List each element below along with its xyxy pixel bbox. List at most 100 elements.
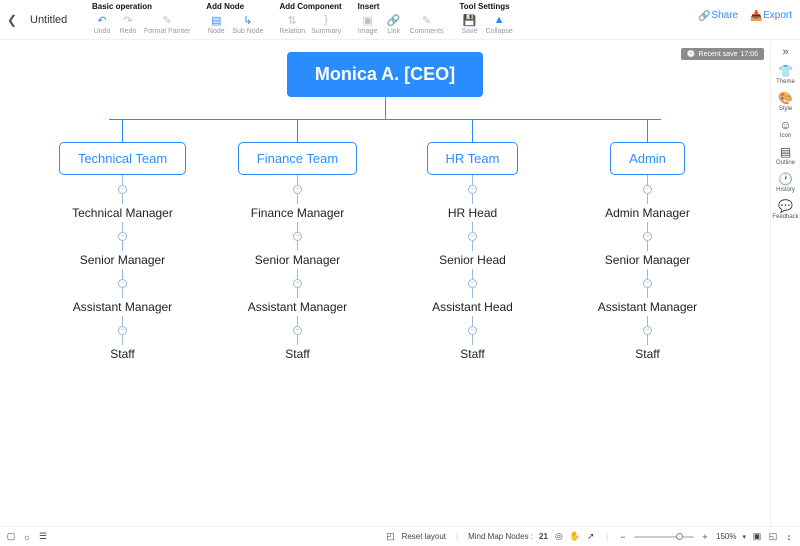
clock-icon: 🕐 — [778, 172, 792, 186]
summary-button[interactable]: }Summary — [311, 13, 341, 35]
subnode-button[interactable]: ↳Sub Node — [232, 13, 263, 35]
zoom-out-button[interactable]: − — [618, 532, 628, 542]
hand-icon[interactable]: ✋ — [570, 532, 580, 542]
tree-node[interactable]: Technical Manager — [72, 204, 173, 222]
chain: − Finance Manager − Senior Manager − Ass… — [248, 175, 347, 363]
fit-screen-icon[interactable]: ▣ — [752, 532, 762, 542]
group-add-component: Add Component ⇅Relation }Summary — [275, 0, 345, 35]
expand-toggle[interactable]: − — [293, 279, 302, 288]
collapse-button[interactable]: ▲Collapse — [486, 13, 513, 35]
tree-node[interactable]: Senior Manager — [255, 251, 340, 269]
expand-toggle[interactable]: − — [118, 279, 127, 288]
tree-node[interactable]: Finance Manager — [251, 204, 344, 222]
fullscreen-icon[interactable]: ◱ — [768, 532, 778, 542]
icon-button[interactable]: ☺Icon — [779, 118, 793, 139]
expand-toggle[interactable]: − — [468, 326, 477, 335]
comments-button[interactable]: ✎Comments — [410, 13, 444, 35]
tree-node[interactable]: HR Head — [448, 204, 497, 222]
tree-node[interactable]: Admin Manager — [605, 204, 690, 222]
history-button[interactable]: 🕐History — [776, 172, 795, 193]
document-title[interactable]: Untitled — [20, 0, 80, 40]
smile-icon: ☺ — [779, 118, 793, 132]
expand-toggle[interactable]: − — [468, 279, 477, 288]
expand-toggle[interactable]: − — [118, 232, 127, 241]
expand-toggle[interactable]: − — [293, 185, 302, 194]
outline-button[interactable]: ▤Outline — [776, 145, 795, 166]
team-node[interactable]: Admin — [610, 142, 685, 175]
team-node[interactable]: Finance Team — [238, 142, 357, 175]
tree-node[interactable]: Assistant Manager — [248, 298, 347, 316]
team-node[interactable]: Technical Team — [59, 142, 186, 175]
redo-button[interactable]: ↷Redo — [118, 13, 138, 35]
group-label: Basic operation — [92, 2, 190, 11]
expand-toggle[interactable]: − — [118, 326, 127, 335]
sun-icon[interactable]: ☼ — [22, 532, 32, 542]
tree-node[interactable]: Senior Manager — [80, 251, 165, 269]
undo-icon: ↶ — [95, 13, 109, 27]
share-button[interactable]: 🔗 Share — [698, 10, 738, 21]
expand-toggle[interactable]: − — [468, 185, 477, 194]
expand-toggle[interactable]: − — [643, 232, 652, 241]
tree-node[interactable]: Assistant Manager — [598, 298, 697, 316]
export-icon: 📥 — [750, 11, 760, 21]
tree-node[interactable]: Staff — [285, 345, 309, 363]
group-insert: Insert ▣Image 🔗Link ✎Comments — [354, 0, 448, 35]
export-button[interactable]: 📥 Export — [750, 10, 792, 21]
back-arrow-icon[interactable]: ❮ — [4, 0, 20, 40]
menu-icon[interactable]: ☰ — [38, 532, 48, 542]
style-label: Style — [779, 106, 792, 112]
expand-toggle[interactable]: − — [293, 326, 302, 335]
format-painter-button[interactable]: ✎Format Painter — [144, 13, 190, 35]
zoom-slider[interactable] — [634, 536, 694, 538]
group-label: Add Node — [206, 2, 263, 11]
redo-label: Redo — [120, 28, 137, 35]
link-button[interactable]: 🔗Link — [384, 13, 404, 35]
style-button[interactable]: 🎨Style — [779, 91, 793, 112]
connector-line — [647, 120, 648, 142]
tree-node[interactable]: Assistant Head — [432, 298, 513, 316]
relation-icon: ⇅ — [285, 13, 299, 27]
reset-layout-button[interactable]: Reset layout — [402, 532, 446, 541]
relation-button[interactable]: ⇅Relation — [279, 13, 305, 35]
zoom-thumb[interactable] — [676, 533, 683, 540]
tree-node[interactable]: Senior Manager — [605, 251, 690, 269]
collapse-sidebar-button[interactable]: » — [782, 46, 788, 58]
tree-node[interactable]: Staff — [460, 345, 484, 363]
zoom-in-button[interactable]: + — [700, 532, 710, 542]
save-button[interactable]: 💾Save — [460, 13, 480, 35]
expand-toggle[interactable]: − — [118, 185, 127, 194]
collapse-label: Collapse — [486, 28, 513, 35]
chain: − Technical Manager − Senior Manager − A… — [72, 175, 173, 363]
cursor-icon[interactable]: ➚ — [586, 532, 596, 542]
expand-toggle[interactable]: − — [643, 326, 652, 335]
share-label: Share — [711, 10, 738, 21]
right-sidebar: » 👕Theme 🎨Style ☺Icon ▤Outline 🕐History … — [770, 42, 800, 526]
feedback-button[interactable]: 💬Feedback — [772, 199, 798, 220]
expand-toggle[interactable]: − — [643, 185, 652, 194]
canvas[interactable]: 🕑 Recent save 17:06 Monica A. [CEO] Tech… — [0, 42, 770, 526]
outline-label: Outline — [776, 160, 795, 166]
reset-layout-icon[interactable]: ◰ — [386, 532, 396, 542]
expand-icon[interactable]: ↕ — [784, 532, 794, 542]
org-chart: Monica A. [CEO] Technical Team − Technic… — [0, 52, 770, 363]
group-label: Tool Settings — [460, 2, 513, 11]
team-node[interactable]: HR Team — [427, 142, 519, 175]
node-button[interactable]: ▤Node — [206, 13, 226, 35]
expand-toggle[interactable]: − — [643, 279, 652, 288]
link-label: Link — [387, 28, 400, 35]
tree-node[interactable]: Senior Head — [439, 251, 506, 269]
theme-button[interactable]: 👕Theme — [776, 64, 795, 85]
summary-icon: } — [319, 13, 333, 27]
tree-node[interactable]: Staff — [110, 345, 134, 363]
image-button[interactable]: ▣Image — [358, 13, 378, 35]
root-node[interactable]: Monica A. [CEO] — [287, 52, 483, 97]
tree-node[interactable]: Staff — [635, 345, 659, 363]
layers-icon[interactable]: ▢ — [6, 532, 16, 542]
expand-toggle[interactable]: − — [293, 232, 302, 241]
target-icon[interactable]: ◎ — [554, 532, 564, 542]
node-icon: ▤ — [209, 13, 223, 27]
tree-node[interactable]: Assistant Manager — [73, 298, 172, 316]
undo-button[interactable]: ↶Undo — [92, 13, 112, 35]
group-label: Add Component — [279, 2, 341, 11]
expand-toggle[interactable]: − — [468, 232, 477, 241]
